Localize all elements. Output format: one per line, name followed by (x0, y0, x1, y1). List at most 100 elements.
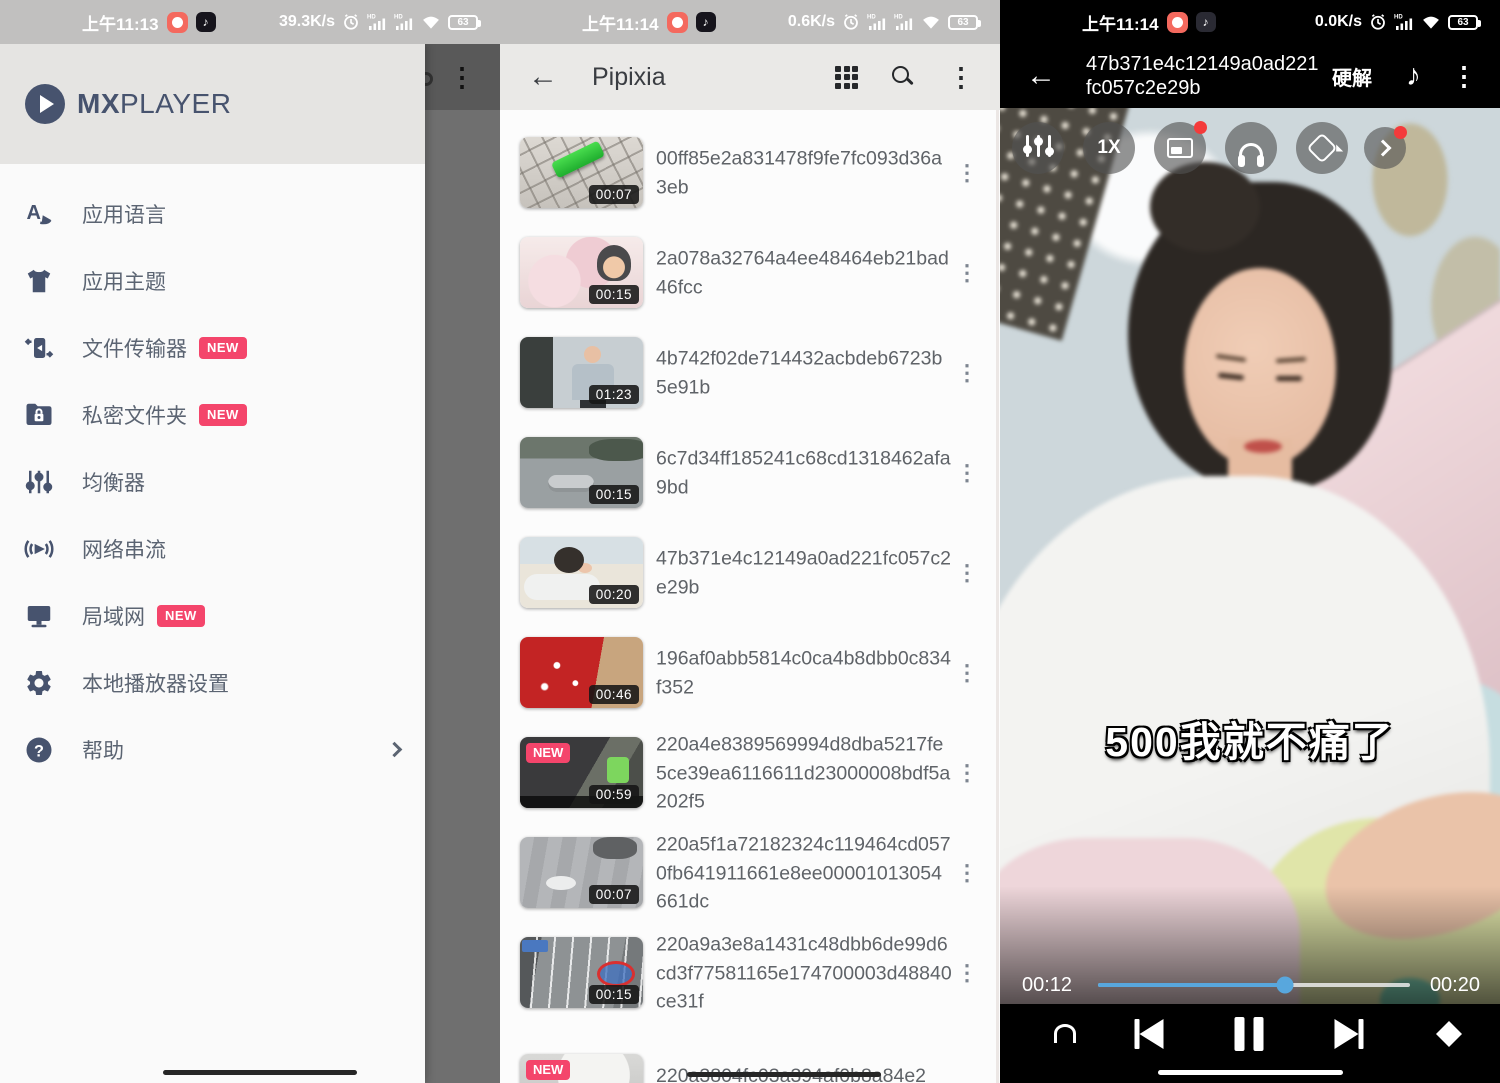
rotate-screen-button[interactable] (1296, 122, 1348, 174)
seek-bar-row: 00:12 00:20 (1000, 966, 1500, 1004)
search-button[interactable] (892, 66, 914, 88)
drawer-item-network-stream[interactable]: 网络串流 (0, 515, 425, 582)
video-row[interactable]: 00:15 6c7d34ff185241c68cd1318462afa9bd ⋮ (500, 423, 1000, 523)
new-badge: NEW (199, 337, 247, 359)
row-menu-button[interactable]: ⋮ (956, 563, 978, 583)
network-speed: 39.3K/s (279, 13, 335, 31)
page-title: Pipixia (592, 63, 666, 92)
video-surface[interactable]: 1X 500我就不痛了 (1000, 108, 1500, 1006)
translate-icon: A (22, 197, 56, 231)
video-thumbnail[interactable]: 00:46 (520, 637, 643, 708)
row-menu-button[interactable]: ⋮ (956, 863, 978, 883)
row-menu-button[interactable]: ⋮ (956, 463, 978, 483)
signal-hd-icon: HD (894, 13, 914, 31)
video-row[interactable]: 00:15 2a078a32764a4ee48464eb21bad46fcc ⋮ (500, 223, 1000, 323)
notification-dot (1394, 126, 1407, 139)
duration-badge: 01:23 (589, 385, 639, 404)
headphones-button[interactable] (1225, 122, 1277, 174)
decoder-toggle[interactable]: 硬解 (1332, 62, 1372, 91)
row-menu-button[interactable]: ⋮ (956, 663, 978, 683)
drawer-item-file-transfer[interactable]: 文件传输器 NEW (0, 314, 425, 381)
total-time: 00:20 (1422, 974, 1480, 997)
alarm-icon (1369, 13, 1387, 31)
audio-track-icon[interactable]: ♪ (1406, 59, 1421, 93)
drawer-item-private-folder[interactable]: 私密文件夹 NEW (0, 381, 425, 448)
status-time: 上午11:14 (1082, 10, 1159, 35)
drawer-item-help[interactable]: ? 帮助 (0, 716, 425, 783)
seek-track[interactable] (1098, 983, 1410, 987)
playback-speed-button[interactable]: 1X (1083, 122, 1135, 174)
tshirt-icon (22, 264, 56, 298)
battery-icon: 63 (948, 15, 978, 30)
video-thumbnail[interactable]: 00:07 (520, 837, 643, 908)
video-row[interactable]: 00:07 220a5f1a72182324c119464cd0570fb641… (500, 823, 1000, 923)
player-menu-button[interactable]: ⋮ (1451, 66, 1477, 86)
drawer-item-lan[interactable]: 局域网 NEW (0, 582, 425, 649)
video-thumbnail[interactable]: 00:20 (520, 537, 643, 608)
navigation-drawer: MXPLAYER A 应用语言 应用主题 文件传输器 NEW (0, 44, 425, 1083)
lan-icon (22, 599, 56, 633)
video-name: 47b371e4c12149a0ad221fc057c2e29b (656, 545, 952, 602)
video-row[interactable]: 00:20 47b371e4c12149a0ad221fc057c2e29b ⋮ (500, 523, 1000, 623)
video-list: 00:07 00ff85e2a831478f9fe7fc093d36a3eb ⋮… (500, 110, 1000, 1083)
network-stream-icon (22, 532, 56, 566)
dimmed-toolbar: ⋮ (425, 44, 500, 110)
row-menu-button[interactable]: ⋮ (956, 963, 978, 983)
player-header: ← 47b371e4c12149a0ad221fc057c2e29b 硬解 ♪ … (1000, 44, 1500, 108)
back-button[interactable]: ← (1026, 59, 1056, 93)
video-name: 00ff85e2a831478f9fe7fc093d36a3eb (656, 145, 952, 202)
next-button[interactable] (1335, 1019, 1364, 1049)
battery-icon: 63 (448, 15, 478, 30)
signal-hd-icon: HD (394, 13, 414, 31)
video-thumbnail[interactable]: 00:15 (520, 937, 643, 1008)
home-indicator[interactable] (163, 1070, 357, 1075)
mx-player-logo-text: MXPLAYER (77, 88, 231, 120)
elapsed-time: 00:12 (1022, 974, 1086, 997)
video-thumbnail[interactable]: 00:15 (520, 437, 643, 508)
row-menu-button[interactable]: ⋮ (956, 263, 978, 283)
video-row[interactable]: 00:07 00ff85e2a831478f9fe7fc093d36a3eb ⋮ (500, 123, 1000, 223)
grid-view-button[interactable] (835, 66, 858, 89)
status-bar: 上午11:14 ♪ 0.0K/s HD 63 (1000, 0, 1500, 44)
pause-button[interactable] (1235, 1017, 1264, 1051)
drawer-item-local-player-settings[interactable]: 本地播放器设置 (0, 649, 425, 716)
home-indicator[interactable] (687, 1072, 881, 1077)
home-indicator[interactable] (1158, 1070, 1343, 1075)
drawer-item-app-language[interactable]: A 应用语言 (0, 180, 425, 247)
video-name: 220a5f1a72182324c119464cd0570fb641911661… (656, 830, 952, 916)
row-menu-button[interactable]: ⋮ (956, 363, 978, 383)
svg-text:A: A (27, 202, 41, 224)
pip-button[interactable] (1154, 122, 1206, 174)
drawer-item-equalizer[interactable]: 均衡器 (0, 448, 425, 515)
drawer-header: MXPLAYER (0, 44, 425, 164)
drawer-item-app-theme[interactable]: 应用主题 (0, 247, 425, 314)
scrollbar[interactable] (996, 110, 999, 1083)
overflow-menu-icon: ⋮ (449, 62, 475, 93)
signal-hd-icon: HD (867, 13, 887, 31)
row-menu-button[interactable]: ⋮ (956, 163, 978, 183)
video-thumbnail[interactable]: 00:15 (520, 237, 643, 308)
video-thumbnail[interactable]: NEW00:59 (520, 737, 643, 808)
back-button[interactable]: ← (528, 60, 558, 94)
video-thumbnail[interactable]: 01:23 (520, 337, 643, 408)
signal-hd-icon: HD (1394, 13, 1414, 31)
video-row[interactable]: 00:15 220a9a3e8a1431c48dbb6de99d6cd3f775… (500, 923, 1000, 1023)
new-badge: NEW (157, 605, 205, 627)
row-menu-button[interactable]: ⋮ (956, 763, 978, 783)
video-name: 6c7d34ff185241c68cd1318462afa9bd (656, 445, 952, 502)
video-row[interactable]: NEW00:59 220a4e8389569994d8dba5217fe5ce3… (500, 723, 1000, 823)
seek-thumb[interactable] (1277, 977, 1294, 994)
equalizer-icon (22, 465, 56, 499)
video-row[interactable]: 01:23 4b742f02de714432acbdeb6723b5e91b ⋮ (500, 323, 1000, 423)
previous-button[interactable] (1135, 1019, 1164, 1049)
expand-more-button[interactable] (1364, 127, 1406, 169)
svg-text:HD: HD (367, 15, 376, 21)
svg-text:?: ? (34, 742, 44, 760)
equalizer-button[interactable] (1012, 122, 1064, 174)
video-row[interactable]: 00:46 196af0abb5814c0ca4b8dbb0c834f352 ⋮ (500, 623, 1000, 723)
screen-record-icon (167, 12, 188, 33)
new-badge: NEW (526, 1060, 570, 1080)
video-thumbnail[interactable]: NEW (520, 1054, 643, 1083)
overflow-menu-button[interactable]: ⋮ (948, 67, 974, 87)
video-thumbnail[interactable]: 00:07 (520, 137, 643, 208)
